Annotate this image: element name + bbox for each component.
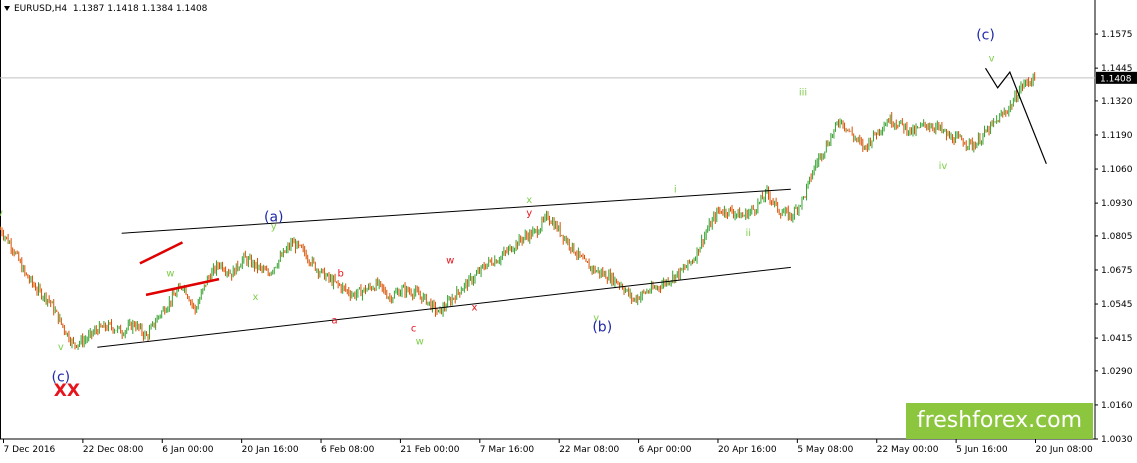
time-tick-label: 7 Mar 16:00	[480, 445, 535, 455]
time-tick-label: 20 Apr 16:00	[718, 445, 777, 455]
price-tick-label: 1.1320	[1101, 97, 1133, 107]
time-tick-label: 20 Jan 16:00	[242, 445, 299, 455]
wave-label: c	[411, 324, 417, 335]
price-tick-label: 1.0160	[1101, 401, 1133, 411]
price-tick-label: 1.1060	[1101, 165, 1133, 175]
wave-label: y	[526, 208, 532, 219]
wave-label: (c)	[976, 27, 995, 43]
price-chart[interactable]: vv(c)XXwx(a)yabcwwxxyy(b)iiiiiiivv(c) 1.…	[0, 0, 1137, 459]
price-tick-label: 1.1575	[1101, 30, 1133, 40]
wave-label: XX	[54, 381, 80, 401]
price-tick-label: 1.0930	[1101, 199, 1133, 209]
time-tick-label: 20 Jun 08:00	[1036, 445, 1093, 455]
wave-label: x	[526, 195, 532, 206]
wave-label: iii	[799, 88, 807, 99]
dropdown-triangle-icon[interactable]	[4, 6, 10, 11]
candlestick-series	[0, 72, 1036, 350]
current-price-tag: 1.1408	[1096, 71, 1137, 84]
time-tick-label: 6 Apr 00:00	[639, 445, 692, 455]
upper-channel-line	[121, 188, 791, 234]
chart-header: EURUSD,H4 1.1387 1.1418 1.1384 1.1408	[4, 4, 207, 14]
symbol-label: EURUSD,H4	[14, 4, 68, 14]
price-tick-label: 1.1190	[1101, 131, 1133, 141]
trend-lines	[97, 188, 791, 348]
triangle-upper-line	[139, 241, 184, 265]
wave-label: b	[337, 269, 343, 280]
price-axis[interactable]: 1.15751.14451.13201.11901.10601.09301.08…	[1095, 30, 1133, 445]
time-tick-label: 22 Dec 08:00	[83, 445, 144, 455]
ohlc-values: 1.1387 1.1418 1.1384 1.1408	[72, 4, 208, 14]
wave-label: i	[674, 185, 677, 196]
projection-path	[984, 67, 1047, 165]
price-tick-label: 1.0415	[1101, 334, 1133, 344]
wave-label: w	[446, 255, 454, 266]
wave-label: v	[0, 208, 3, 219]
time-axis[interactable]: 7 Dec 2016 22 Dec 08:00 6 Jan 00:00 20 Jan …	[3, 439, 1093, 455]
time-tick-label: 6 Feb 08:00	[321, 445, 375, 455]
wave-label: v	[58, 342, 64, 353]
price-tick-label: 1.0030	[1101, 435, 1133, 445]
wave-label: v	[989, 54, 995, 65]
wave-label: x	[472, 303, 478, 314]
time-tick-label: 5 Jun 16:00	[956, 445, 1008, 455]
wave-label: w	[416, 337, 424, 348]
wave-label: iv	[939, 161, 948, 172]
price-tick-label: 1.0805	[1101, 232, 1133, 242]
time-tick-label: 5 May 08:00	[797, 445, 853, 455]
time-tick-label: 21 Feb 00:00	[400, 445, 459, 455]
wave-label: x	[253, 292, 259, 303]
price-tick-label: 1.0545	[1101, 300, 1133, 310]
triangle-lower-line	[145, 277, 220, 297]
time-tick-label: 22 May 00:00	[877, 445, 939, 455]
current-price-tag-label: 1.1408	[1100, 74, 1132, 84]
wave-label: (b)	[592, 320, 612, 336]
price-tick-label: 1.0290	[1101, 367, 1133, 377]
wave-label: y	[271, 221, 277, 232]
wave-label: ii	[745, 228, 751, 239]
projection-polyline	[984, 67, 1047, 165]
watermark-logo: freshforex.com	[906, 403, 1093, 439]
price-tick-label: 1.0675	[1101, 266, 1133, 276]
time-tick-label: 6 Jan 00:00	[162, 445, 214, 455]
time-tick-label: 22 Mar 08:00	[559, 445, 619, 455]
chart-canvas[interactable]: vv(c)XXwx(a)yabcwwxxyy(b)iiiiiiivv(c) 1.…	[0, 0, 1137, 459]
wave-label: w	[166, 269, 174, 280]
wave-label: a	[332, 316, 338, 327]
wave-labels: vv(c)XXwx(a)yabcwwxxyy(b)iiiiiiivv(c)	[0, 27, 995, 400]
time-tick-label: 7 Dec 2016	[4, 445, 56, 455]
lower-channel-line	[97, 266, 791, 348]
